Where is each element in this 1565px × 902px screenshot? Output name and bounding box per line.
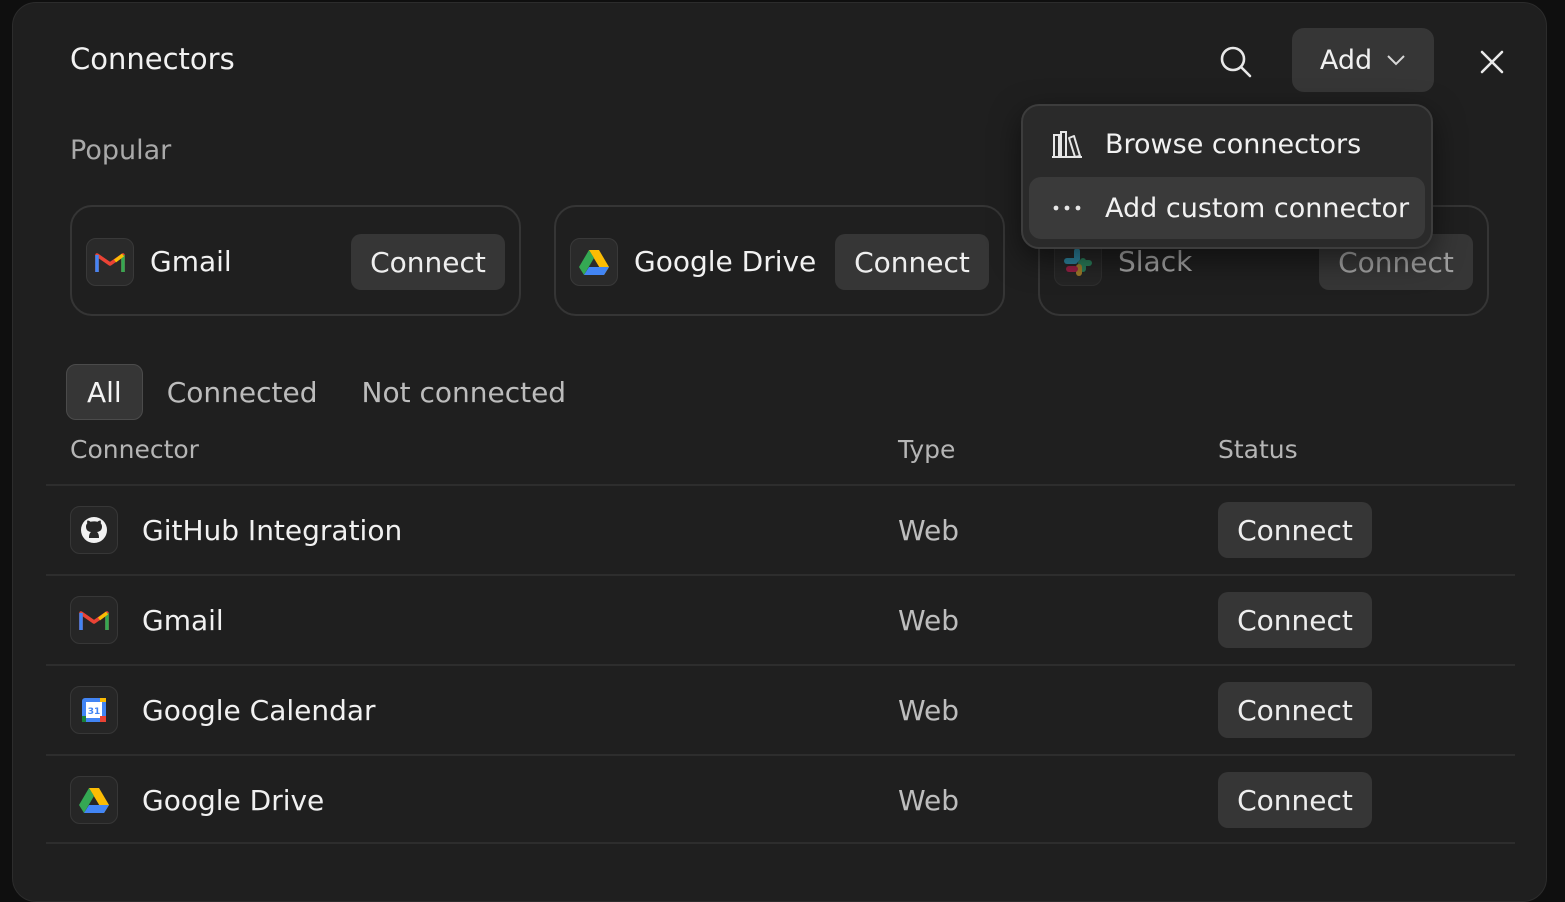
connector-name: Gmail — [142, 604, 224, 637]
connector-type: Web — [898, 784, 960, 817]
popular-card-google-drive: Google Drive Connect — [554, 205, 1005, 316]
table-row: Gmail Web Connect — [46, 574, 1515, 664]
close-icon — [1480, 50, 1504, 74]
popular-card-gmail: Gmail Connect — [70, 205, 521, 316]
dialog-title: Connectors — [70, 42, 235, 76]
github-icon — [70, 506, 118, 554]
connect-button[interactable]: Connect — [835, 234, 989, 290]
popular-card-name: Google Drive — [634, 245, 817, 278]
close-button[interactable] — [1469, 39, 1515, 85]
table-row: Google Drive Web Connect — [46, 754, 1515, 844]
menu-item-label: Browse connectors — [1105, 128, 1362, 160]
column-header-status: Status — [1218, 435, 1298, 464]
connector-type: Web — [898, 694, 960, 727]
connector-name: GitHub Integration — [142, 514, 403, 547]
tab-not-connected[interactable]: Not connected — [342, 364, 587, 420]
gmail-icon — [70, 596, 118, 644]
connect-button[interactable]: Connect — [1218, 682, 1372, 738]
column-header-type: Type — [898, 435, 956, 464]
filter-tabs: All Connected Not connected — [66, 364, 590, 420]
add-button-label: Add — [1319, 44, 1373, 76]
search-button[interactable] — [1213, 39, 1259, 85]
add-dropdown-menu: Browse connectors Add custom connector — [1021, 104, 1433, 249]
connector-name: Google Calendar — [142, 694, 376, 727]
connector-type: Web — [898, 604, 960, 637]
table-row: GitHub Integration Web Connect — [46, 484, 1515, 574]
menu-item-label: Add custom connector — [1105, 192, 1410, 224]
gmail-icon — [86, 238, 134, 286]
popular-section-title: Popular — [70, 135, 172, 166]
add-button[interactable]: Add — [1292, 28, 1434, 92]
svg-text:31: 31 — [88, 707, 101, 717]
chevron-down-icon — [1387, 55, 1405, 66]
library-icon — [1052, 131, 1082, 158]
connect-button[interactable]: Connect — [1218, 502, 1372, 558]
connectors-dialog: Connectors Add Popular Gmail Connect Goo… — [12, 2, 1547, 902]
ellipsis-icon — [1053, 205, 1081, 211]
popular-card-name: Slack — [1118, 245, 1193, 278]
menu-item-add-custom-connector[interactable]: Add custom connector — [1029, 177, 1425, 239]
table-row: 31 Google Calendar Web Connect — [46, 664, 1515, 754]
google-calendar-icon: 31 — [70, 686, 118, 734]
connect-button[interactable]: Connect — [1218, 592, 1372, 648]
google-drive-icon — [70, 776, 118, 824]
tab-all[interactable]: All — [66, 364, 143, 420]
popular-card-name: Gmail — [150, 245, 232, 278]
tab-connected[interactable]: Connected — [147, 364, 338, 420]
column-header-connector: Connector — [70, 435, 199, 464]
search-icon — [1220, 46, 1252, 78]
connector-type: Web — [898, 514, 960, 547]
connectors-table: GitHub Integration Web Connect Gmail Web… — [46, 484, 1515, 844]
connector-name: Google Drive — [142, 784, 325, 817]
menu-item-browse-connectors[interactable]: Browse connectors — [1029, 113, 1425, 175]
connect-button[interactable]: Connect — [351, 234, 505, 290]
connect-button[interactable]: Connect — [1218, 772, 1372, 828]
google-drive-icon — [570, 238, 618, 286]
